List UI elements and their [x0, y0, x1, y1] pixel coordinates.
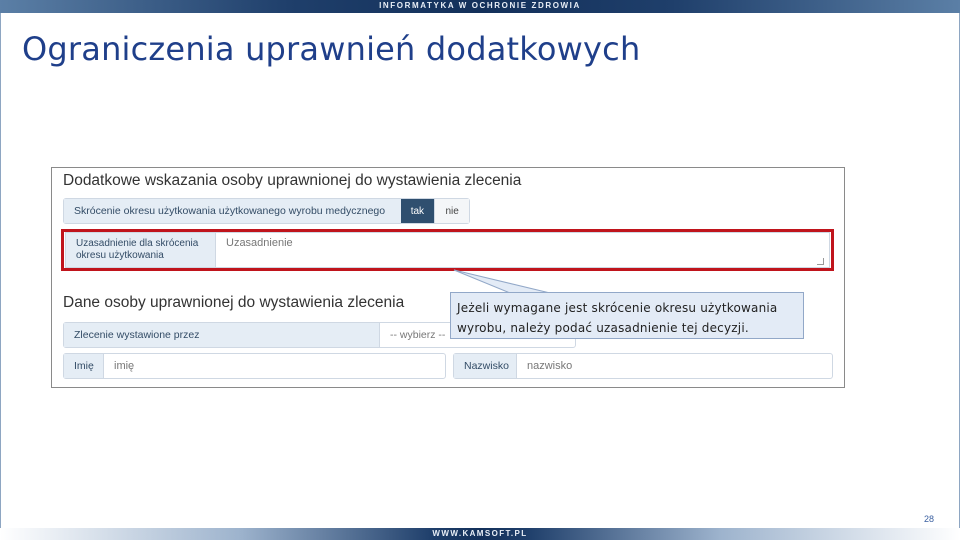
bottom-banner: WWW.KAMSOFT.PL [0, 528, 960, 540]
no-button[interactable]: nie [434, 199, 469, 223]
left-frame-line [0, 13, 1, 528]
first-name-input[interactable]: imię [104, 354, 445, 378]
callout-tooltip: Jeżeli wymagane jest skrócenie okresu uż… [450, 292, 804, 339]
first-name-group: Imię imię [63, 353, 446, 379]
section-heading-additional: Dodatkowe wskazania osoby uprawnionej do… [63, 172, 522, 189]
shortening-toggle-group: Skrócenie okresu użytkowania użytkowaneg… [63, 198, 470, 224]
section-heading-person: Dane osoby uprawnionej do wystawienia zl… [63, 294, 405, 311]
page-title: Ograniczenia uprawnień dodatkowych [22, 30, 641, 68]
last-name-label: Nazwisko [454, 354, 517, 378]
top-banner-text: INFORMATYKA W OCHRONIE ZDROWIA [379, 1, 581, 10]
shortening-label: Skrócenie okresu użytkowania użytkowaneg… [64, 199, 401, 223]
highlight-frame [61, 229, 834, 271]
issued-by-label: Zlecenie wystawione przez [64, 323, 379, 347]
yes-button[interactable]: tak [400, 199, 435, 223]
last-name-group: Nazwisko nazwisko [453, 353, 833, 379]
top-banner: INFORMATYKA W OCHRONIE ZDROWIA [0, 0, 960, 13]
last-name-input[interactable]: nazwisko [517, 354, 832, 378]
first-name-label: Imię [64, 354, 104, 378]
page-number: 28 [923, 514, 934, 524]
bottom-banner-text: WWW.KAMSOFT.PL [432, 529, 528, 538]
